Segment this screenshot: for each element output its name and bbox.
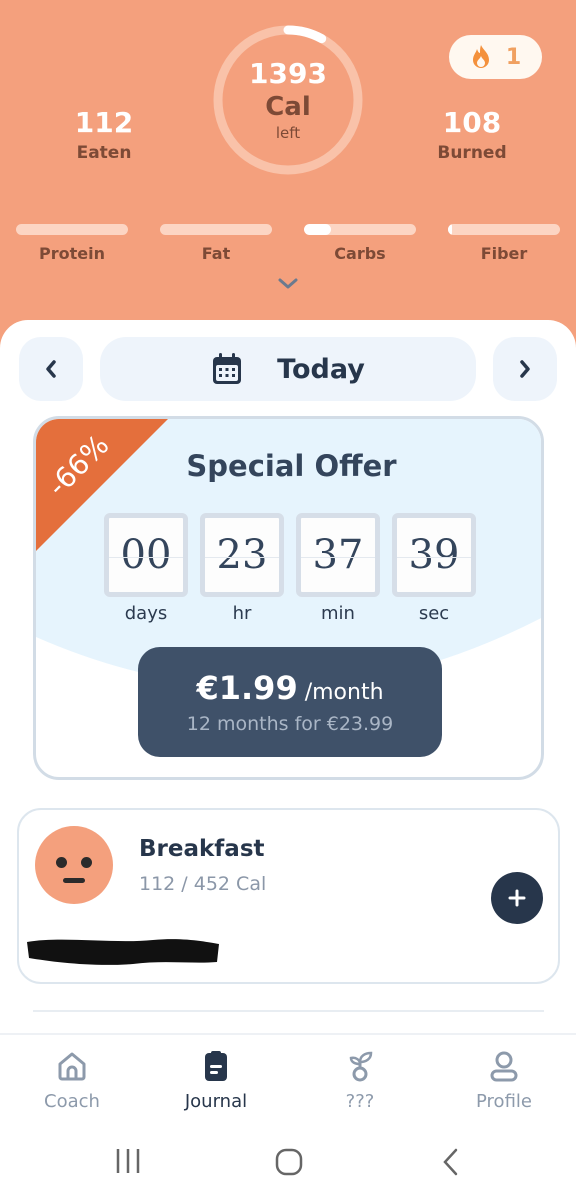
timer-seconds: 39 sec — [392, 513, 476, 624]
eaten-value: 112 — [74, 106, 134, 139]
streak-badge[interactable]: 1 — [449, 35, 542, 79]
meal-title: Breakfast — [139, 836, 265, 862]
person-icon — [490, 1051, 518, 1082]
plus-icon — [508, 889, 526, 907]
carbs-label: Carbs — [334, 244, 386, 263]
streak-count: 1 — [505, 44, 522, 70]
chevron-left-icon — [46, 360, 56, 378]
sprout-icon — [349, 1051, 373, 1082]
timer-minutes: 37 min — [296, 513, 380, 624]
timer-days-label: days — [124, 603, 168, 624]
timer-hours: 23 hr — [200, 513, 284, 624]
previous-day-button[interactable] — [19, 337, 83, 401]
timer-minutes-value: 37 — [296, 513, 380, 597]
back-icon[interactable] — [440, 1147, 462, 1177]
date-label: Today — [277, 353, 365, 385]
tab-coach-label: Coach — [44, 1091, 100, 1112]
breakfast-face-icon — [35, 826, 113, 904]
meal-calories: 112 / 452 Cal — [139, 873, 267, 895]
calories-left-label: left — [275, 124, 301, 142]
calories-unit: Cal — [265, 92, 311, 122]
price-period: /month — [297, 680, 384, 705]
home-button-icon[interactable] — [274, 1147, 304, 1177]
tab-journal[interactable]: Journal — [144, 1049, 288, 1112]
tab-coach[interactable]: Coach — [0, 1049, 144, 1112]
price-amount: €1.99 — [196, 669, 298, 707]
breakfast-card[interactable]: Breakfast 112 / 452 Cal — [17, 808, 560, 984]
burned-label: Burned — [437, 143, 507, 163]
summary-header: 1 1393 Cal left 112 Eaten 108 Burned Pro… — [0, 0, 576, 350]
section-divider — [33, 1010, 544, 1012]
add-food-button[interactable] — [491, 872, 543, 924]
timer-seconds-value: 39 — [392, 513, 476, 597]
special-offer-card[interactable]: -66% Special Offer 00 days 23 hr 37 min … — [33, 416, 544, 780]
tab-unknown-label: ??? — [345, 1091, 375, 1112]
timer-days: 00 days — [104, 513, 188, 624]
timer-hours-value: 23 — [200, 513, 284, 597]
expand-chevron-icon[interactable] — [276, 276, 300, 292]
timer-hours-label: hr — [232, 603, 252, 624]
macro-fat: Fat — [160, 224, 272, 263]
redaction-mark — [27, 939, 219, 965]
journal-icon — [205, 1051, 227, 1081]
timer-seconds-label: sec — [418, 603, 450, 624]
price-line: €1.99 /month — [138, 669, 442, 707]
home-icon — [58, 1052, 86, 1081]
journal-sheet: Today -66% Special Offer 00 days 23 hr 3… — [0, 320, 576, 1034]
date-selector[interactable]: Today — [100, 337, 476, 401]
offer-title: Special Offer — [186, 449, 397, 483]
system-navigation-bar — [0, 1129, 576, 1200]
bottom-tab-bar: Coach Journal ??? Profile — [0, 1033, 576, 1129]
eaten-label: Eaten — [76, 143, 132, 163]
fat-label: Fat — [201, 244, 231, 263]
burned-value: 108 — [442, 106, 502, 139]
chevron-right-icon — [520, 360, 530, 378]
burned-stat: 108 Burned — [402, 106, 542, 166]
protein-label: Protein — [39, 244, 105, 263]
calendar-icon — [213, 353, 242, 384]
fiber-label: Fiber — [480, 244, 528, 263]
macro-protein: Protein — [16, 224, 128, 263]
tab-profile-label: Profile — [476, 1091, 532, 1112]
timer-days-value: 00 — [104, 513, 188, 597]
price-subtext: 12 months for €23.99 — [186, 713, 394, 735]
fiber-bar — [448, 224, 560, 235]
calories-ring[interactable]: 1393 Cal left — [212, 24, 364, 176]
carbs-bar — [304, 224, 416, 235]
tab-journal-label: Journal — [184, 1091, 248, 1112]
calories-left-value: 1393 — [249, 57, 327, 90]
macro-fiber: Fiber — [448, 224, 560, 263]
flame-icon — [472, 45, 489, 68]
tab-unknown[interactable]: ??? — [288, 1049, 432, 1112]
fat-bar — [160, 224, 272, 235]
macro-carbs: Carbs — [304, 224, 416, 263]
eaten-stat: 112 Eaten — [34, 106, 174, 166]
recent-apps-icon[interactable] — [114, 1147, 142, 1175]
timer-minutes-label: min — [321, 603, 355, 624]
price-button[interactable]: €1.99 /month 12 months for €23.99 — [138, 647, 442, 757]
next-day-button[interactable] — [493, 337, 557, 401]
tab-profile[interactable]: Profile — [432, 1049, 576, 1112]
protein-bar — [16, 224, 128, 235]
